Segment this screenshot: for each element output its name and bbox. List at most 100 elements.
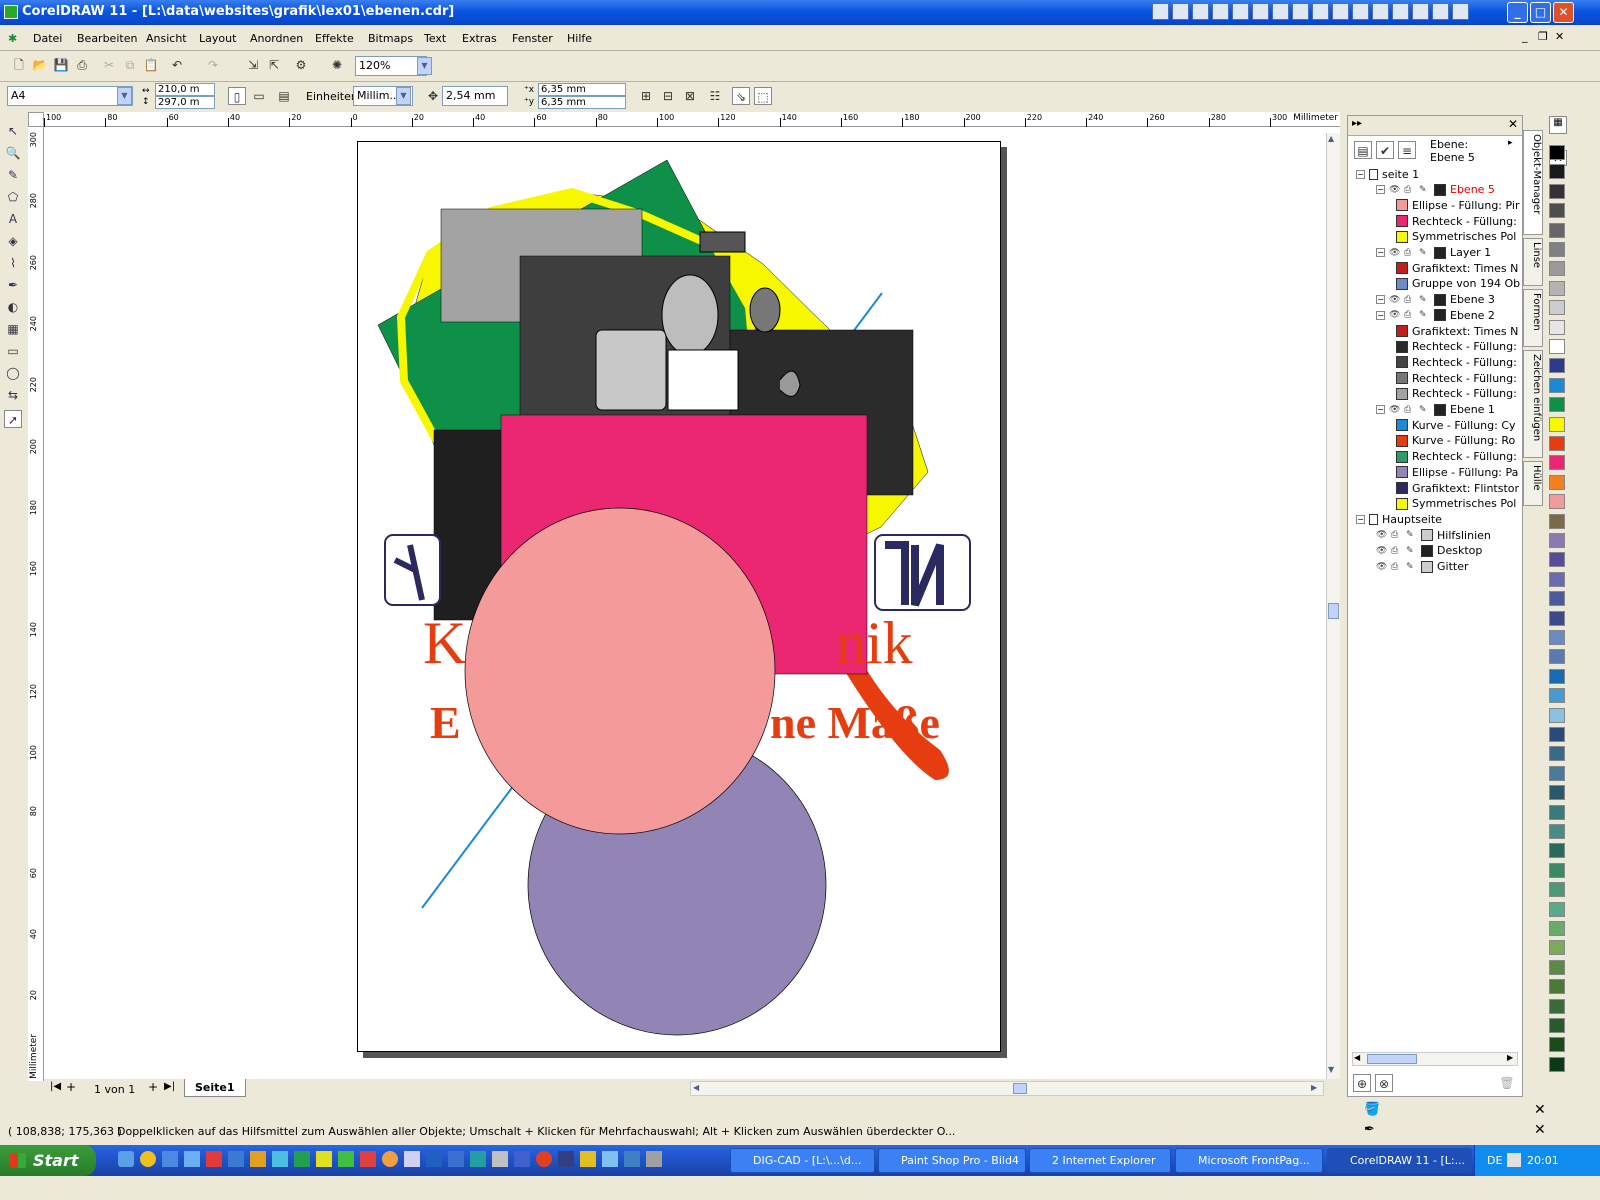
palette-swatch[interactable]	[1549, 765, 1565, 781]
tray-app-icon[interactable]	[1412, 3, 1429, 20]
tree-object-node[interactable]: Rechteck - Füllung:	[1396, 386, 1517, 402]
printer-icon[interactable]: ⎙	[1404, 295, 1417, 305]
scroll-left-icon[interactable]: ◀	[1354, 1053, 1360, 1062]
eye-icon[interactable]: 👁	[1376, 562, 1389, 572]
pencil-icon[interactable]: ✎	[1406, 546, 1419, 556]
palette-swatch[interactable]	[1549, 882, 1565, 898]
close-button[interactable]: ✕	[1553, 2, 1574, 23]
palette-swatch[interactable]	[1549, 1037, 1565, 1053]
task-coreldraw[interactable]: CorelDRAW 11 - [L:...	[1327, 1148, 1472, 1173]
task-internet-explorer[interactable]: 2 Internet Explorer	[1029, 1148, 1171, 1173]
doc-close-button[interactable]: ✕	[1555, 30, 1564, 43]
app-icon[interactable]	[514, 1151, 530, 1167]
edit-across-layers-icon[interactable]: ✔	[1376, 141, 1394, 159]
app-icon[interactable]	[250, 1151, 266, 1167]
tray-app-icon[interactable]	[1392, 3, 1409, 20]
tray-app-icon[interactable]	[1432, 3, 1449, 20]
tree-object-node[interactable]: Rechteck - Füllung:	[1396, 213, 1517, 229]
flyout-icon[interactable]: ▸	[1508, 138, 1513, 148]
palette-swatch[interactable]	[1549, 746, 1565, 762]
palette-swatch[interactable]	[1549, 727, 1565, 742]
palette-swatch[interactable]	[1549, 533, 1565, 548]
palette-options-icon[interactable]: ▦	[1549, 116, 1567, 134]
printer-icon[interactable]: ⎙	[1404, 310, 1417, 320]
outline-pen-icon[interactable]: ✒	[1364, 1122, 1375, 1137]
pencil-icon[interactable]: ✎	[1419, 295, 1432, 305]
tree-page-node[interactable]: − seite 1	[1356, 166, 1419, 182]
fill-icon[interactable]: 🪣	[1364, 1102, 1380, 1117]
palette-swatch[interactable]	[1549, 630, 1565, 645]
app-icon[interactable]	[228, 1151, 244, 1167]
app-icon[interactable]	[492, 1151, 508, 1167]
palette-swatch[interactable]	[1549, 319, 1565, 335]
start-button[interactable]: Start	[0, 1145, 96, 1176]
docker-hscrollbar[interactable]: ◀ ▶	[1352, 1052, 1518, 1066]
app-icon[interactable]	[426, 1151, 442, 1167]
tray-icon[interactable]	[1507, 1153, 1521, 1167]
maximize-button[interactable]: □	[1530, 2, 1551, 23]
tab-huelle[interactable]: Hülle	[1523, 461, 1543, 506]
eye-icon[interactable]: 👁	[1389, 185, 1402, 195]
language-indicator[interactable]: DE	[1487, 1154, 1502, 1167]
palette-swatch[interactable]	[1549, 494, 1565, 510]
tree-object-node[interactable]: Grafiktext: Times N	[1396, 323, 1518, 339]
palette-swatch[interactable]	[1549, 145, 1565, 160]
expand-toggle-icon[interactable]: −	[1356, 169, 1365, 179]
tree-layer-node[interactable]: − 👁 ⎙ ✎ Ebene 2	[1376, 307, 1495, 323]
page-tab-seite1[interactable]: Seite1	[184, 1079, 246, 1097]
tree-object-node[interactable]: Ellipse - Füllung: Pir	[1396, 197, 1519, 213]
palette-swatch[interactable]	[1549, 377, 1565, 393]
palette-swatch[interactable]	[1549, 668, 1565, 684]
palette-swatch[interactable]	[1549, 707, 1565, 723]
palette-swatch[interactable]	[1549, 862, 1565, 878]
pencil-icon[interactable]: ✎	[1419, 405, 1432, 415]
app-icon[interactable]	[580, 1151, 596, 1167]
printer-icon[interactable]: ⎙	[1391, 562, 1404, 572]
expand-toggle-icon[interactable]: −	[1376, 295, 1385, 305]
salmon-ellipse[interactable]	[464, 507, 776, 835]
vertical-scrollbar[interactable]: ▲ ▼	[1326, 133, 1340, 1079]
printer-icon[interactable]: ⎙	[1404, 248, 1417, 258]
printer-icon[interactable]: ⎙	[1391, 530, 1404, 540]
task-dig-cad[interactable]: DIG-CAD - [L:\...\d...	[730, 1148, 875, 1173]
tree-object-node[interactable]: Grafiktext: Times N	[1396, 260, 1518, 276]
app-icon[interactable]	[162, 1151, 178, 1167]
palette-swatch[interactable]	[1549, 901, 1565, 917]
tree-object-node[interactable]: Symmetrisches Pol	[1396, 229, 1516, 245]
horizontal-scrollbar[interactable]: ◀ ▶	[690, 1081, 1324, 1096]
pencil-icon[interactable]: ✎	[1406, 530, 1419, 540]
expand-toggle-icon[interactable]: −	[1376, 310, 1385, 320]
expand-toggle-icon[interactable]: −	[1376, 405, 1385, 414]
palette-swatch[interactable]	[1549, 436, 1565, 451]
tab-objekt-manager[interactable]: Objekt-Manager	[1523, 130, 1543, 235]
palette-swatch[interactable]	[1549, 261, 1565, 277]
tree-object-node[interactable]: Rechteck - Füllung:	[1396, 449, 1517, 465]
subtitle-text-part1[interactable]: E	[430, 697, 461, 748]
app-icon[interactable]	[338, 1151, 354, 1167]
tree-object-node[interactable]: Symmetrisches Pol	[1396, 496, 1516, 512]
palette-swatch[interactable]	[1549, 280, 1565, 296]
app-icon[interactable]	[470, 1151, 486, 1167]
tab-zeichen-einfuegen[interactable]: Zeichen einfügen	[1523, 350, 1543, 458]
palette-swatch[interactable]	[1549, 591, 1565, 607]
app-icon[interactable]	[360, 1151, 376, 1167]
app-icon[interactable]	[558, 1151, 574, 1167]
task-paint-shop-pro[interactable]: Paint Shop Pro - Bild4	[878, 1148, 1026, 1173]
app-icon[interactable]	[536, 1151, 552, 1167]
app-icon[interactable]	[140, 1151, 156, 1167]
scroll-up-icon[interactable]: ▲	[1328, 134, 1334, 143]
palette-swatch[interactable]	[1549, 164, 1565, 180]
palette-swatch[interactable]	[1549, 979, 1565, 995]
tray-app-icon[interactable]	[1372, 3, 1389, 20]
printer-icon[interactable]: ⎙	[1391, 546, 1404, 556]
tree-object-node[interactable]: Kurve - Füllung: Cy	[1396, 417, 1516, 433]
tree-master-layer-node[interactable]: 👁 ⎙ ✎ Desktop	[1376, 543, 1482, 559]
palette-swatch[interactable]	[1549, 843, 1565, 859]
palette-swatch[interactable]	[1549, 571, 1565, 587]
app-icon[interactable]	[382, 1151, 398, 1167]
doc-minimize-button[interactable]: _	[1522, 30, 1528, 43]
printer-icon[interactable]: ⎙	[1404, 185, 1417, 195]
title-text-part1[interactable]: K	[423, 610, 466, 676]
palette-swatch[interactable]	[1549, 183, 1565, 199]
palette-swatch[interactable]	[1549, 203, 1565, 219]
